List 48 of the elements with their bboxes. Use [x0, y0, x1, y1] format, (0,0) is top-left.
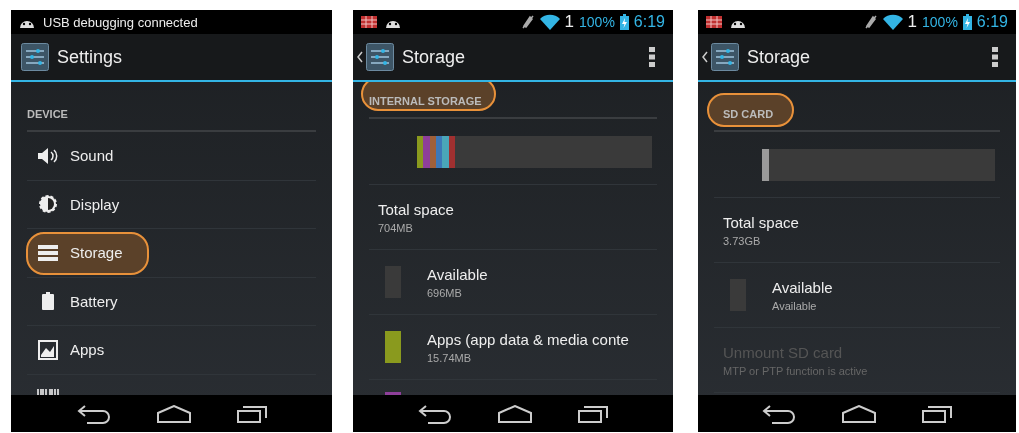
item-summary: 704MB: [378, 221, 414, 234]
speaker-icon: [37, 146, 59, 165]
wifi-icon: [539, 14, 560, 30]
item-title: Total space: [378, 200, 454, 218]
screen-title: Storage: [402, 46, 466, 68]
settings-item[interactable]: Display: [27, 180, 316, 229]
signal-label: 1: [564, 12, 575, 32]
item-summary: 3.73GB: [723, 234, 762, 247]
storage-icon: [38, 244, 58, 261]
clock-time: 6:19: [976, 13, 1008, 31]
settings-item[interactable]: Battery: [27, 277, 316, 326]
settings-item[interactable]: Apps: [27, 326, 316, 375]
battery-charging-icon: [962, 14, 972, 30]
settings-item[interactable]: Storage: [27, 229, 316, 278]
screen-title: Storage: [747, 46, 811, 68]
settings-item[interactable]: Sound: [27, 132, 316, 181]
back-button[interactable]: [357, 43, 394, 71]
back-button[interactable]: [702, 43, 739, 71]
settings-icon: [21, 43, 49, 71]
item-title: Available: [772, 278, 833, 296]
mute-icon: [520, 14, 535, 30]
grid-icon: [706, 16, 722, 28]
item-summary: Available: [772, 299, 818, 312]
clock-time: 6:19: [633, 13, 665, 31]
battery-percent: 100%: [579, 14, 615, 30]
battery-icon: [42, 292, 54, 311]
section-header: SD CARD: [722, 108, 774, 120]
item-title: Available: [427, 265, 488, 283]
brightness-icon: [38, 194, 58, 215]
section-header: DEVICE: [27, 108, 68, 120]
screen-title: Settings: [57, 46, 123, 68]
battery-charging-icon: [619, 14, 629, 30]
settings-icon: [366, 43, 394, 71]
section-header: INTERNAL STORAGE: [369, 95, 482, 107]
item-summary: 696MB: [427, 286, 463, 299]
notification-text: USB debugging connected: [43, 14, 198, 30]
signal-label: 1: [907, 12, 918, 32]
battery-percent: 100%: [922, 14, 958, 30]
grid-icon: [361, 16, 377, 28]
back-caret-icon: [357, 51, 363, 63]
wifi-icon: [882, 14, 903, 30]
item-title: Apps (app data & media conte: [427, 330, 629, 348]
back-caret-icon: [702, 51, 708, 63]
settings-icon: [711, 43, 739, 71]
mute-icon: [863, 14, 878, 30]
item-summary: 15.74MB: [427, 351, 473, 364]
apps-icon: [38, 339, 58, 360]
item-title: Total space: [723, 213, 799, 231]
